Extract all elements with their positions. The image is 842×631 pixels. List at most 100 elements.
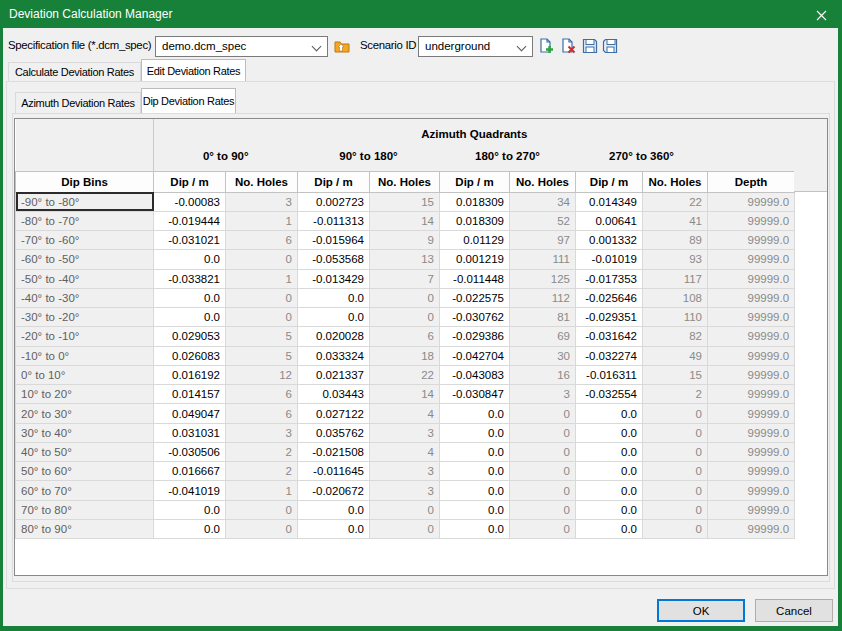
cell-dip-per-m[interactable]: -0.020672 xyxy=(298,481,370,500)
cell-dip-per-m[interactable]: 0.0 xyxy=(440,500,510,519)
cell-dip-per-m[interactable]: 0.0 xyxy=(576,404,643,423)
cell-dip-per-m[interactable]: -0.017353 xyxy=(576,269,643,288)
cell-dip-per-m[interactable]: 0.049047 xyxy=(154,404,226,423)
cell-dip-per-m[interactable]: 0.014157 xyxy=(154,385,226,404)
cell-dip-bin[interactable]: 30° to 40° xyxy=(16,423,154,442)
cell-dip-bin[interactable]: -40° to -30° xyxy=(16,288,154,307)
cell-dip-per-m[interactable]: -0.019444 xyxy=(154,211,226,230)
cell-dip-per-m[interactable]: 0.0 xyxy=(576,442,643,461)
cell-dip-per-m[interactable]: -0.029386 xyxy=(440,327,510,346)
cell-dip-bin[interactable]: -30° to -20° xyxy=(16,308,154,327)
cell-dip-per-m[interactable]: -0.025646 xyxy=(576,288,643,307)
cell-dip-per-m[interactable]: 0.0 xyxy=(154,520,226,539)
cell-dip-per-m[interactable]: 0.0 xyxy=(298,288,370,307)
cell-dip-per-m[interactable]: 0.0 xyxy=(154,288,226,307)
cell-dip-bin[interactable]: -50° to -40° xyxy=(16,269,154,288)
tab-azimuth-deviation-rates[interactable]: Azimuth Deviation Rates xyxy=(15,92,141,113)
cell-dip-per-m[interactable]: -0.041019 xyxy=(154,481,226,500)
cell-dip-per-m[interactable]: 0.018309 xyxy=(440,192,510,211)
cell-dip-per-m[interactable]: -0.016311 xyxy=(576,365,643,384)
cell-dip-bin[interactable]: 10° to 20° xyxy=(16,385,154,404)
cell-dip-per-m[interactable]: -0.013429 xyxy=(298,269,370,288)
spec-file-combobox[interactable]: demo.dcm_spec xyxy=(155,36,328,57)
cell-dip-bin[interactable]: 80° to 90° xyxy=(16,520,154,539)
cell-dip-per-m[interactable]: -0.043083 xyxy=(440,365,510,384)
cell-dip-bin[interactable]: 70° to 80° xyxy=(16,500,154,519)
cell-dip-per-m[interactable]: -0.033821 xyxy=(154,269,226,288)
save-scenario-as-button[interactable] xyxy=(601,37,619,55)
cell-dip-per-m[interactable]: 0.002723 xyxy=(298,192,370,211)
cell-dip-per-m[interactable]: 0.0 xyxy=(440,442,510,461)
ok-button[interactable]: OK xyxy=(657,599,745,622)
cell-dip-per-m[interactable]: -0.030506 xyxy=(154,442,226,461)
cell-dip-per-m[interactable]: 0.0 xyxy=(154,250,226,269)
cell-dip-per-m[interactable]: 0.020028 xyxy=(298,327,370,346)
cell-dip-per-m[interactable]: 0.0 xyxy=(440,404,510,423)
cell-dip-per-m[interactable]: 0.018309 xyxy=(440,211,510,230)
cell-dip-per-m[interactable]: -0.029351 xyxy=(576,308,643,327)
scenario-id-combobox[interactable]: underground xyxy=(418,36,533,57)
cell-dip-bin[interactable]: 40° to 50° xyxy=(16,442,154,461)
cell-dip-per-m[interactable]: 0.0 xyxy=(576,423,643,442)
cell-dip-per-m[interactable]: -0.030762 xyxy=(440,308,510,327)
cell-dip-bin[interactable]: -80° to -70° xyxy=(16,211,154,230)
tab-dip-deviation-rates[interactable]: Dip Deviation Rates xyxy=(141,88,236,113)
cell-dip-per-m[interactable]: 0.0 xyxy=(154,500,226,519)
cell-dip-per-m[interactable]: 0.0 xyxy=(154,308,226,327)
cell-dip-per-m[interactable]: 0.014349 xyxy=(576,192,643,211)
cell-dip-per-m[interactable]: 0.027122 xyxy=(298,404,370,423)
cell-dip-per-m[interactable]: 0.021337 xyxy=(298,365,370,384)
cell-dip-per-m[interactable]: 0.0 xyxy=(576,500,643,519)
cell-dip-per-m[interactable]: 0.0 xyxy=(576,481,643,500)
cell-dip-bin[interactable]: -90° to -80° xyxy=(16,192,154,211)
close-button[interactable] xyxy=(810,7,832,23)
cell-dip-per-m[interactable]: 0.031031 xyxy=(154,423,226,442)
cell-dip-per-m[interactable]: -0.00083 xyxy=(154,192,226,211)
cell-dip-per-m[interactable]: -0.022575 xyxy=(440,288,510,307)
cell-dip-per-m[interactable]: 0.0 xyxy=(298,520,370,539)
cell-dip-bin[interactable]: 20° to 30° xyxy=(16,404,154,423)
cell-dip-per-m[interactable]: -0.011313 xyxy=(298,211,370,230)
cell-dip-bin[interactable]: -60° to -50° xyxy=(16,250,154,269)
cell-dip-per-m[interactable]: -0.031642 xyxy=(576,327,643,346)
cell-dip-bin[interactable]: -10° to 0° xyxy=(16,346,154,365)
cell-dip-per-m[interactable]: 0.03443 xyxy=(298,385,370,404)
cell-dip-bin[interactable]: -20° to -10° xyxy=(16,327,154,346)
add-scenario-button[interactable] xyxy=(537,37,555,55)
save-scenario-button[interactable] xyxy=(581,37,599,55)
cell-dip-per-m[interactable]: 0.0 xyxy=(440,481,510,500)
cell-dip-bin[interactable]: -70° to -60° xyxy=(16,231,154,250)
cell-dip-per-m[interactable]: -0.032274 xyxy=(576,346,643,365)
cell-dip-per-m[interactable]: 0.0 xyxy=(298,500,370,519)
cell-dip-per-m[interactable]: 0.035762 xyxy=(298,423,370,442)
cell-dip-per-m[interactable]: 0.0 xyxy=(298,308,370,327)
cell-dip-per-m[interactable]: -0.032554 xyxy=(576,385,643,404)
cell-dip-per-m[interactable]: 0.016667 xyxy=(154,462,226,481)
cell-dip-per-m[interactable]: -0.021508 xyxy=(298,442,370,461)
cancel-button[interactable]: Cancel xyxy=(755,599,833,622)
tab-edit-deviation-rates[interactable]: Edit Deviation Rates xyxy=(141,59,246,81)
cell-dip-per-m[interactable]: 0.01129 xyxy=(440,231,510,250)
open-folder-button[interactable] xyxy=(333,37,351,55)
cell-dip-per-m[interactable]: -0.011645 xyxy=(298,462,370,481)
cell-dip-per-m[interactable]: 0.026083 xyxy=(154,346,226,365)
cell-dip-per-m[interactable]: -0.042704 xyxy=(440,346,510,365)
cell-dip-bin[interactable]: 50° to 60° xyxy=(16,462,154,481)
cell-dip-per-m[interactable]: 0.0 xyxy=(576,520,643,539)
cell-dip-per-m[interactable]: 0.0 xyxy=(576,462,643,481)
cell-dip-per-m[interactable]: -0.053568 xyxy=(298,250,370,269)
cell-dip-bin[interactable]: 0° to 10° xyxy=(16,365,154,384)
cell-dip-per-m[interactable]: -0.030847 xyxy=(440,385,510,404)
cell-dip-per-m[interactable]: -0.01019 xyxy=(576,250,643,269)
cell-dip-per-m[interactable]: -0.031021 xyxy=(154,231,226,250)
cell-dip-per-m[interactable]: 0.016192 xyxy=(154,365,226,384)
cell-dip-per-m[interactable]: 0.001332 xyxy=(576,231,643,250)
cell-dip-per-m[interactable]: 0.033324 xyxy=(298,346,370,365)
cell-dip-per-m[interactable]: -0.011448 xyxy=(440,269,510,288)
delete-scenario-button[interactable] xyxy=(559,37,577,55)
cell-dip-per-m[interactable]: 0.0 xyxy=(440,520,510,539)
cell-dip-per-m[interactable]: 0.00641 xyxy=(576,211,643,230)
cell-dip-per-m[interactable]: 0.001219 xyxy=(440,250,510,269)
cell-dip-per-m[interactable]: 0.0 xyxy=(440,423,510,442)
cell-dip-bin[interactable]: 60° to 70° xyxy=(16,481,154,500)
